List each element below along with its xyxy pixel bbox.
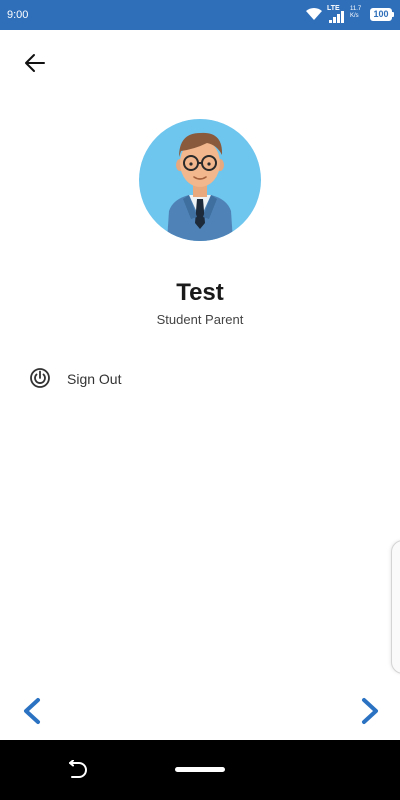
arrow-left-icon (25, 54, 45, 72)
chevron-right-icon (362, 698, 378, 724)
battery-level: 100 (373, 9, 389, 19)
sign-out-button[interactable]: Sign Out (28, 364, 228, 394)
system-home-pill[interactable] (175, 767, 225, 772)
network-speed: 11.7 K/s (350, 6, 361, 20)
battery-tip (392, 12, 394, 17)
wifi-icon (306, 7, 322, 20)
profile-role: Student Parent (156, 312, 244, 327)
sign-out-label: Sign Out (67, 371, 122, 387)
system-back-icon[interactable] (66, 760, 88, 780)
power-icon (30, 368, 50, 388)
network-speed-value: 11.7 (350, 6, 362, 12)
previous-button[interactable] (18, 696, 46, 726)
network-speed-unit: K/s (350, 13, 359, 19)
profile-name: Test (176, 279, 224, 306)
chevron-left-icon (24, 698, 40, 724)
next-button[interactable] (356, 696, 384, 726)
signal-icon (329, 11, 344, 23)
battery-icon: 100 (370, 8, 392, 21)
edge-drawer-handle[interactable] (391, 540, 400, 674)
back-button[interactable] (20, 48, 50, 78)
avatar (139, 119, 261, 241)
avatar-illustration (167, 132, 233, 241)
cellular-status: LTE (327, 5, 347, 23)
status-time: 9:00 (7, 9, 29, 21)
status-bar: 9:00 LTE 11.7 K/s 100 (0, 0, 400, 30)
